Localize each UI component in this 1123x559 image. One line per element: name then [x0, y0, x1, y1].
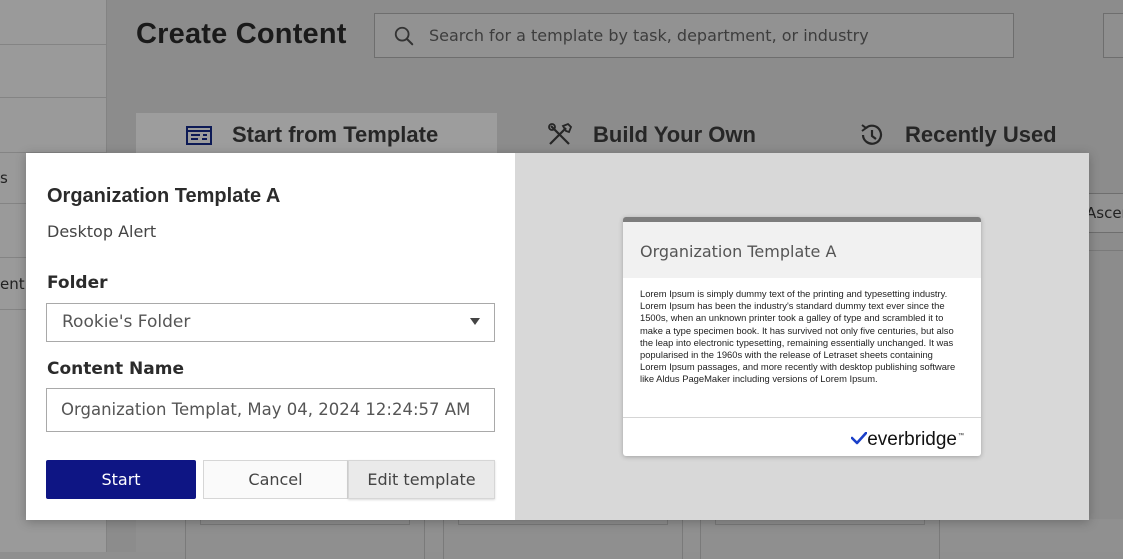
template-icon — [186, 126, 212, 145]
search-input[interactable]: Search for a template by task, departmen… — [374, 13, 1014, 58]
template-card[interactable] — [185, 519, 425, 559]
modal-subtitle: Desktop Alert — [47, 222, 157, 241]
trademark: ™ — [958, 433, 964, 439]
template-preview-card: Organization Template A Lorem Ipsum is s… — [623, 217, 981, 456]
tools-icon — [548, 122, 573, 145]
modal-title: Organization Template A — [47, 185, 281, 207]
sidebar-divider — [0, 44, 106, 45]
search-placeholder: Search for a template by task, departmen… — [429, 26, 869, 45]
preview-body-text: Lorem Ipsum is simply dummy text of the … — [640, 288, 956, 385]
top-right-button[interactable] — [1103, 13, 1123, 58]
edit-template-button[interactable]: Edit template — [348, 460, 495, 499]
folder-select-value: Rookie's Folder — [62, 312, 191, 332]
cancel-button[interactable]: Cancel — [203, 460, 348, 499]
folder-label: Folder — [47, 273, 108, 293]
page-title: Create Content — [136, 18, 347, 50]
template-modal: Organization Template A Desktop Alert Fo… — [26, 153, 1089, 520]
start-button[interactable]: Start — [46, 460, 196, 499]
sidebar-divider — [0, 97, 106, 98]
preview-title: Organization Template A — [640, 242, 837, 261]
preview-divider — [623, 417, 981, 418]
chevron-down-icon — [470, 318, 480, 325]
search-icon — [394, 26, 414, 46]
sidebar-item-label[interactable]: s — [0, 169, 8, 187]
everbridge-logo: everbridge ™ — [851, 429, 964, 451]
check-icon — [851, 432, 868, 445]
preview-panel: Organization Template A Lorem Ipsum is s… — [515, 153, 1089, 520]
folder-select[interactable]: Rookie's Folder — [46, 303, 495, 342]
brand-name: everbridge — [867, 429, 957, 450]
template-card[interactable] — [443, 519, 683, 559]
history-icon — [861, 124, 883, 145]
tab-label: Recently Used — [905, 122, 1057, 147]
divider — [1089, 250, 1123, 251]
tab-label: Start from Template — [232, 122, 439, 147]
tab-build-your-own[interactable]: Build Your Own — [545, 113, 756, 157]
sidebar-item-label[interactable]: ent — [0, 275, 25, 293]
tab-recently-used[interactable]: Recently Used — [857, 113, 1057, 157]
tab-label: Build Your Own — [593, 122, 756, 147]
tab-start-from-template[interactable]: Start from Template — [136, 113, 497, 157]
preview-header: Organization Template A — [623, 222, 981, 278]
modal-form-panel: Organization Template A Desktop Alert Fo… — [26, 153, 515, 520]
content-name-field[interactable]: Organization Templat, May 04, 2024 12:24… — [46, 388, 495, 432]
content-name-label: Content Name — [47, 359, 185, 379]
template-card[interactable] — [700, 519, 940, 559]
